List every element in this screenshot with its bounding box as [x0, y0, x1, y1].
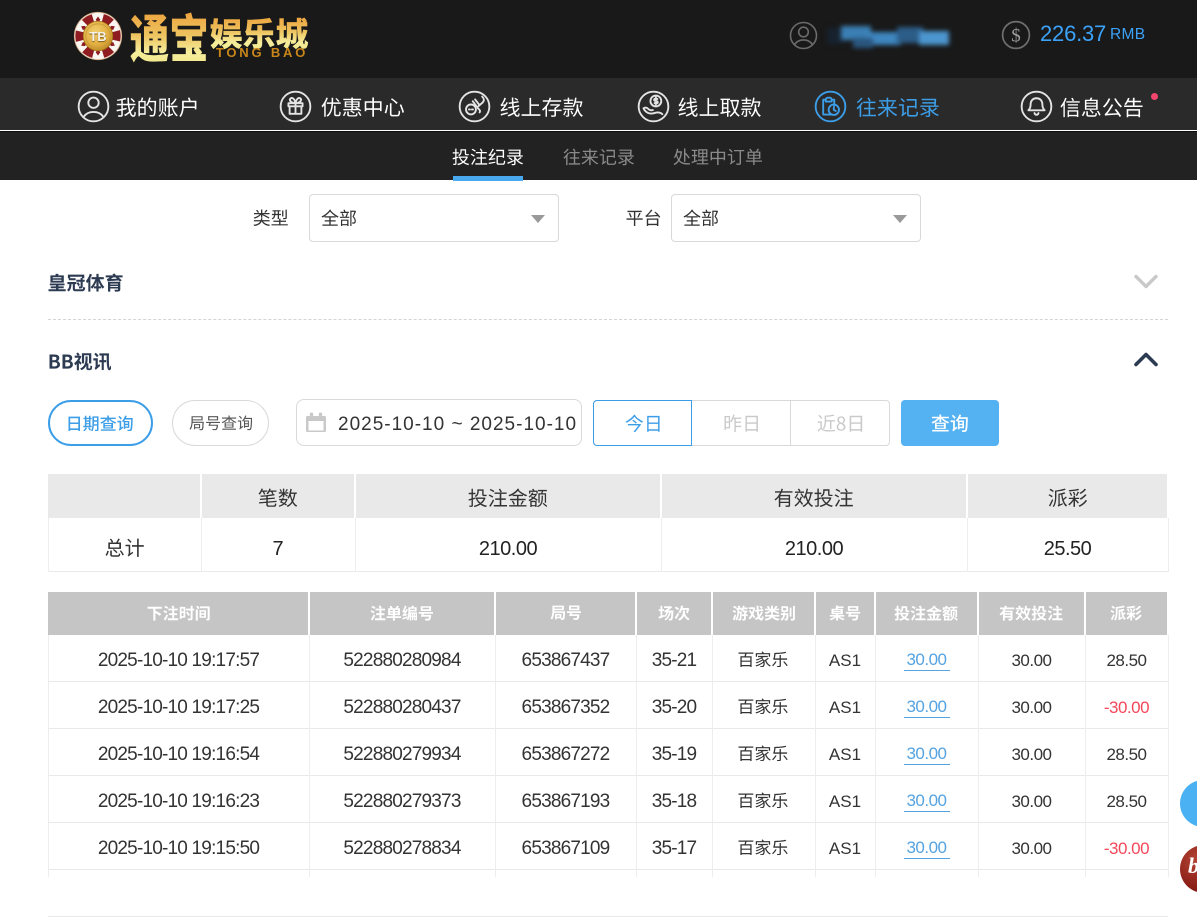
svg-text:$: $ [1011, 26, 1021, 47]
svg-text:TB: TB [89, 29, 106, 44]
